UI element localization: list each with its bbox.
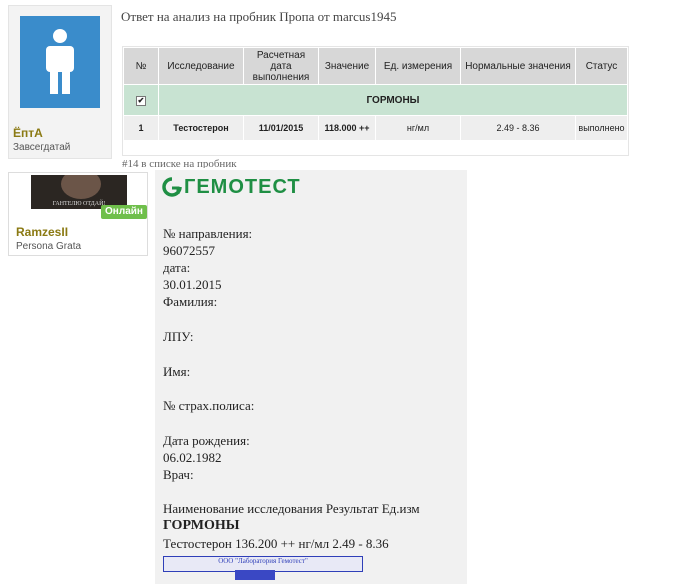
- col-header-value: Значение: [318, 47, 376, 85]
- doc-line: 06.02.1982: [163, 450, 222, 465]
- doc-line: Имя:: [163, 364, 191, 379]
- checkbox-icon[interactable]: ✔: [136, 95, 146, 106]
- doc-line: ГОРМОНЫ: [163, 518, 240, 533]
- col-header-status: Статус: [575, 47, 628, 85]
- doc-line: ЛПУ:: [163, 329, 194, 344]
- doc-line: Дата рождения:: [163, 433, 250, 448]
- doc-line: 30.01.2015: [163, 277, 222, 292]
- cell-test: Тестостерон: [158, 115, 244, 141]
- cell-unit: нг/мл: [375, 115, 461, 141]
- cell-value: 118.000 ++: [318, 115, 376, 141]
- doc-line: Врач:: [163, 467, 194, 482]
- table-row: 1 Тестостерон 11/01/2015 118.000 ++ нг/м…: [123, 115, 628, 141]
- cell-status: выполнено: [575, 115, 628, 141]
- avatar[interactable]: [20, 16, 100, 108]
- doc-line: дата:: [163, 260, 191, 275]
- col-header-unit: Ед. измерения: [375, 47, 461, 85]
- cut-off-text: #14 в списке на пробник: [122, 158, 237, 168]
- group-row: ✔ ГОРМОНЫ: [123, 84, 628, 116]
- user-card: ЁптА Завсегдатай: [8, 5, 112, 159]
- doc-line: № направления:: [163, 226, 253, 241]
- col-header-norm: Нормальные значения: [460, 47, 576, 85]
- doc-line: Тестостерон 136.200 ++ нг/мл 2.49 - 8.36: [163, 536, 389, 551]
- user-card: ГАНТЕЛЮ ОТДАЙ! Онлайн RamzesII Persona G…: [8, 172, 148, 256]
- cell-date: 11/01/2015: [243, 115, 319, 141]
- group-checkbox[interactable]: ✔: [123, 84, 159, 116]
- lab-results-table: № Исследование Расчетная дата выполнения…: [122, 46, 629, 156]
- doc-line: 96072557: [163, 243, 215, 258]
- col-header-date: Расчетная дата выполнения: [243, 47, 319, 85]
- user-title: Завсегдатай: [13, 142, 71, 153]
- post-reply: ЁптА Завсегдатай Ответ на анализ на проб…: [0, 0, 700, 168]
- col-header-num: №: [123, 47, 159, 85]
- avatar[interactable]: ГАНТЕЛЮ ОТДАЙ!: [31, 175, 127, 209]
- cell-num: 1: [123, 115, 159, 141]
- cell-norm: 2.49 - 8.36: [460, 115, 576, 141]
- logo-icon: [162, 177, 182, 197]
- avatar-photo: [61, 175, 101, 199]
- logo-text: ГЕМОТЕСТ: [184, 176, 301, 198]
- post-title: Ответ на анализ на пробник Пропа от marc…: [121, 9, 397, 24]
- username[interactable]: RamzesII: [16, 225, 68, 239]
- person-icon: [46, 29, 74, 94]
- lab-document-image: ГЕМОТЕСТ № направления: 96072557 дата: 3…: [155, 170, 467, 584]
- doc-line: Фамилия:: [163, 294, 218, 309]
- group-label: ГОРМОНЫ: [158, 84, 628, 116]
- stamp-mark: [235, 570, 275, 580]
- username[interactable]: ЁптА: [13, 126, 43, 140]
- doc-line: № страх.полиса:: [163, 398, 255, 413]
- user-title: Persona Grata: [16, 241, 82, 252]
- col-header-test: Исследование: [158, 47, 244, 85]
- doc-line: Наименование исследования Результат Ед.и…: [163, 501, 420, 516]
- online-badge: Онлайн: [101, 205, 147, 219]
